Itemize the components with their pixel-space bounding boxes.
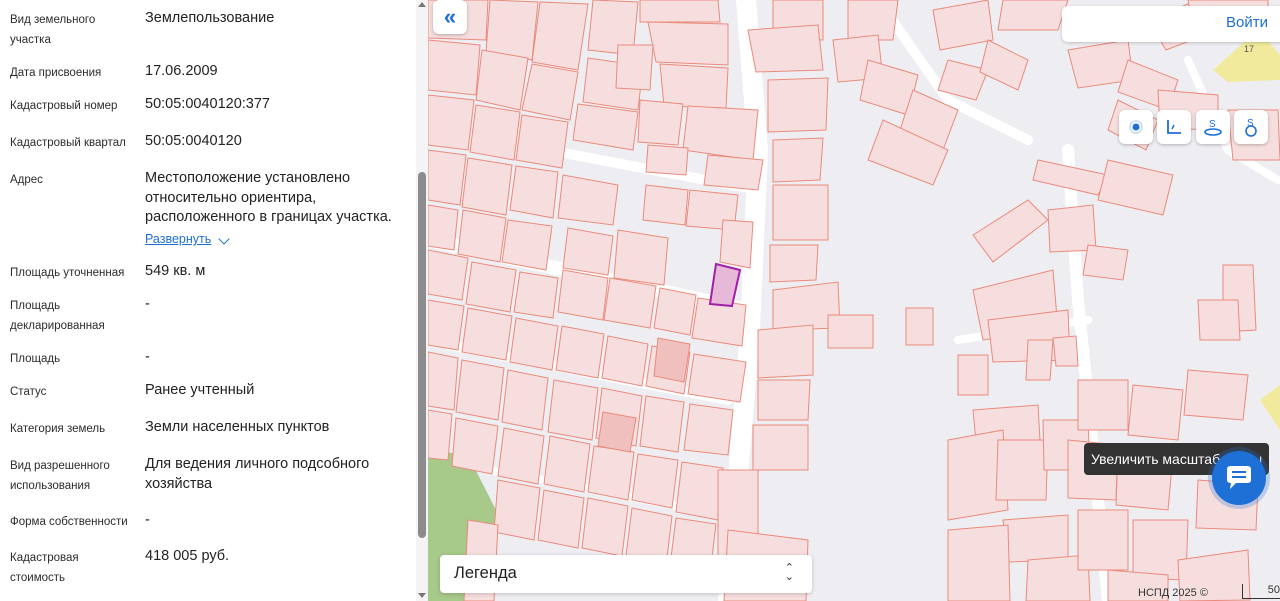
ownership-label: Форма собственности	[10, 516, 128, 528]
assign-date-value: 17.06.2009	[145, 63, 218, 79]
parcel-highlight	[597, 411, 637, 453]
map-canvas[interactable]	[428, 0, 1280, 601]
address-label: Адрес	[10, 174, 43, 186]
area-declared-value: -	[145, 296, 150, 312]
scrollbar-thumb[interactable]	[418, 172, 426, 538]
double-chevron-left-icon: «	[443, 4, 457, 29]
measure-area-circle-icon: S	[1245, 118, 1257, 137]
scale-bar: 50	[1242, 584, 1280, 599]
cad-number-value[interactable]: 50:05:0040120:377	[145, 95, 407, 115]
scroll-up-arrow-icon[interactable]	[418, 2, 426, 7]
collapse-panel-button[interactable]: «	[433, 0, 467, 34]
cad-value-value: 418 005 руб.	[145, 548, 230, 564]
area-refined-value: 549 кв. м	[145, 263, 206, 279]
house-number: 17	[1244, 44, 1255, 54]
measure-area-button[interactable]: S	[1196, 110, 1230, 144]
land-type-value: Землепользование	[145, 10, 275, 26]
copyright-text: НСПД 2025 ©	[1138, 587, 1208, 599]
area-refined-label: Площадь уточненная	[10, 267, 125, 279]
chat-bubble-icon	[1227, 466, 1251, 489]
cadastral-map[interactable]	[428, 0, 1280, 601]
status-value: Ранее учтенный	[145, 382, 255, 398]
ownership-value: -	[145, 512, 150, 528]
area-label: Площадь	[10, 353, 61, 365]
address-value: Местоположение установлено относительно …	[145, 170, 392, 225]
login-button[interactable]: Войти	[1226, 14, 1268, 31]
legend-dropdown[interactable]: Легенда ⌃ ⌄	[440, 555, 812, 593]
cad-value-label: Кадастровая стоимость	[10, 552, 79, 584]
cad-quarter-value[interactable]: 50:05:0040120	[145, 132, 407, 152]
area-declared-label: Площадь декларированная	[10, 300, 105, 332]
panel-scrollbar[interactable]	[416, 0, 428, 601]
category-value: Земли населенных пунктов	[145, 419, 330, 435]
measure-area-icon: S	[1204, 119, 1222, 136]
measure-distance-icon	[1167, 120, 1181, 134]
scroll-down-arrow-icon[interactable]	[418, 593, 426, 598]
permitted-use-value: Для ведения личного подсобного хозяйства	[145, 456, 370, 492]
parcels	[428, 0, 1280, 601]
updown-chevron-icon: ⌃ ⌄	[784, 562, 794, 583]
status-label: Статус	[10, 386, 47, 398]
permitted-use-label: Вид разрешенного использования	[10, 460, 110, 492]
selected-parcel[interactable]	[708, 262, 742, 308]
cad-quarter-label: Кадастровый квартал	[10, 137, 126, 149]
assign-date-label: Дата присвоения	[10, 67, 102, 79]
land-type-label: Вид земельного участка	[10, 14, 96, 46]
login-box[interactable]: Войти	[1062, 6, 1280, 42]
building-yellow-2	[1260, 385, 1280, 430]
scale-label: 50	[1267, 584, 1280, 596]
chat-button[interactable]	[1212, 451, 1266, 505]
measure-distance-button[interactable]	[1157, 110, 1191, 144]
locate-point-icon	[1129, 120, 1143, 134]
measure-area-circle-button[interactable]: S	[1234, 110, 1268, 144]
chevron-down-icon[interactable]	[218, 233, 230, 245]
parcel-highlight	[653, 337, 691, 383]
area-value: -	[145, 349, 150, 365]
legend-label: Легенда	[454, 564, 517, 582]
parcel-info-panel: Вид земельного участка Землепользование …	[0, 0, 416, 601]
cad-number-label: Кадастровый номер	[10, 100, 118, 112]
address-expand-link[interactable]: Развернуть	[145, 232, 211, 246]
locate-point-button[interactable]	[1119, 110, 1153, 144]
category-label: Категория земель	[10, 423, 106, 435]
